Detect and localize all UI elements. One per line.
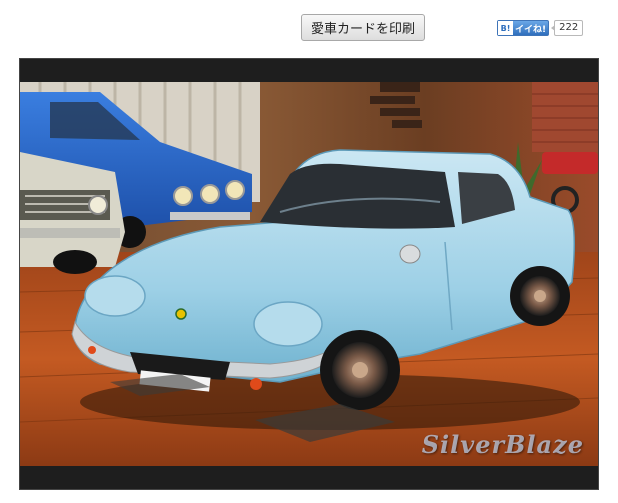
print-car-card-button[interactable]: 愛車カードを印刷 [301, 14, 425, 41]
like-count[interactable]: 222 [551, 20, 584, 36]
like-label: イイね! [515, 24, 547, 35]
photo-frame: SilverBlaze [19, 58, 599, 490]
like-widget: B! イイね! 222 [497, 19, 584, 37]
photo-watermark: SilverBlaze [421, 430, 584, 459]
like-icon: B! [498, 21, 513, 35]
car-photo[interactable] [20, 82, 598, 466]
like-button[interactable]: B! イイね! [497, 20, 550, 36]
